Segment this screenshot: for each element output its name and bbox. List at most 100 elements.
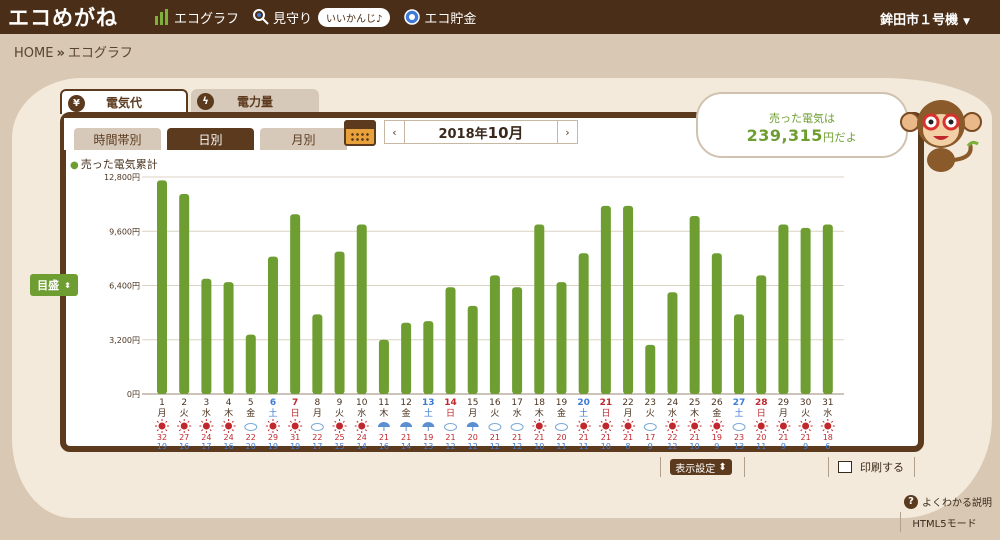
high-temp: 25 <box>334 433 344 442</box>
sun-ray <box>542 420 545 423</box>
prev-month-button[interactable]: ‹ <box>385 121 405 143</box>
bar <box>689 215 700 394</box>
sun-ray <box>165 420 168 423</box>
y-tick-label: 9,600円 <box>109 227 140 236</box>
x-day-label: 24 <box>667 398 679 408</box>
sun-ray <box>356 429 359 432</box>
x-day-label: 27 <box>733 398 746 408</box>
bar <box>778 224 789 394</box>
high-temp: 21 <box>401 433 411 442</box>
x-day-label: 17 <box>511 398 522 408</box>
sun-ray <box>711 420 714 423</box>
x-day-label: 18 <box>534 398 546 408</box>
low-temp: 9 <box>714 442 719 451</box>
nav-eco-graph[interactable]: エコグラフ <box>154 8 239 27</box>
low-temp: 16 <box>223 442 233 451</box>
sun-ray <box>178 420 182 423</box>
sun-ray <box>586 429 589 432</box>
print-label: 印刷する <box>860 461 904 474</box>
high-temp: 19 <box>423 433 433 442</box>
high-temp: 21 <box>690 433 700 442</box>
breadcrumb-home[interactable]: HOME <box>14 46 53 61</box>
x-weekday-label: 金 <box>246 407 255 419</box>
sun-ray <box>689 429 692 432</box>
sun-ray <box>755 429 759 432</box>
low-temp: 14 <box>401 442 411 451</box>
x-weekday-label: 月 <box>313 408 322 419</box>
x-weekday-label: 水 <box>823 407 832 419</box>
tab-by-day[interactable]: 日別 <box>167 128 254 150</box>
x-weekday-label: 火 <box>490 408 499 419</box>
printer-icon <box>838 461 852 473</box>
low-temp: 9 <box>648 442 653 451</box>
sun-ray <box>786 420 789 423</box>
low-temp: 17 <box>201 442 211 451</box>
x-day-label: 6 <box>270 398 276 408</box>
sun-ray <box>223 429 226 432</box>
sun-ray <box>667 420 670 423</box>
x-day-label: 28 <box>755 398 768 408</box>
high-temp: 24 <box>223 433 233 442</box>
divider <box>660 457 661 477</box>
sun-icon <box>291 422 299 430</box>
x-day-label: 4 <box>226 398 232 408</box>
sun-ray <box>364 420 368 423</box>
tab-power-amount-label: 電力量 <box>236 95 273 109</box>
high-temp: 32 <box>157 433 167 442</box>
bar <box>556 282 567 394</box>
x-weekday-label: 金 <box>402 407 411 419</box>
bar <box>667 292 678 394</box>
tab-by-month[interactable]: 月別 <box>260 128 347 150</box>
bar <box>734 314 745 394</box>
user-menu[interactable]: 鉾田市１号機 ▼ <box>880 9 970 28</box>
sun-ray <box>187 420 190 423</box>
high-temp: 21 <box>445 433 455 442</box>
bar <box>534 224 545 394</box>
high-temp: 18 <box>823 433 833 442</box>
nav-watch-label: 見守り <box>273 11 313 27</box>
sun-ray <box>778 420 781 423</box>
print-button[interactable]: 印刷する <box>838 457 904 477</box>
user-name: 鉾田市１号機 <box>880 13 959 28</box>
sun-ray <box>201 420 204 423</box>
app-logo[interactable]: エコめがね <box>8 2 154 32</box>
low-temp: 8 <box>626 442 631 451</box>
tab-electricity-cost[interactable]: ¥ 電気代 <box>60 89 188 114</box>
next-month-button[interactable]: › <box>557 121 577 143</box>
nav-eco-savings[interactable]: エコ貯金 <box>404 8 476 27</box>
x-weekday-label: 木 <box>690 407 699 419</box>
sun-icon <box>713 422 721 430</box>
low-temp: 10 <box>601 442 611 451</box>
tab-power-amount[interactable]: ϟ 電力量 <box>191 89 319 114</box>
high-temp: 20 <box>756 433 766 442</box>
x-weekday-label: 日 <box>601 408 610 419</box>
calendar-icon[interactable] <box>344 120 376 146</box>
low-temp: 13 <box>423 442 433 451</box>
sun-ray <box>156 429 159 432</box>
sun-ray <box>342 429 345 432</box>
x-weekday-label: 金 <box>712 407 721 419</box>
low-temp: 11 <box>556 442 566 451</box>
high-temp: 21 <box>601 433 611 442</box>
cloud-icon <box>732 423 746 431</box>
bar <box>467 305 478 394</box>
tab-by-time[interactable]: 時間帯別 <box>74 128 161 150</box>
sun-ray <box>276 429 279 432</box>
x-weekday-label: 木 <box>535 407 544 419</box>
sun-ray <box>667 429 670 432</box>
sun-icon <box>757 422 765 430</box>
breadcrumb-current: エコグラフ <box>67 46 133 61</box>
coin-icon <box>404 9 421 25</box>
html5-mode-button[interactable]: HTML5モード <box>900 512 988 532</box>
x-day-label: 25 <box>689 398 700 408</box>
x-weekday-label: 水 <box>357 407 366 419</box>
help-link[interactable]: ? よくわかる説明 <box>904 494 992 509</box>
x-weekday-label: 土 <box>268 407 277 419</box>
sun-ray <box>231 420 234 423</box>
nav-watch[interactable]: 見守り いいかんじ♪ <box>253 7 391 27</box>
tab-electricity-cost-label: 電気代 <box>105 96 142 110</box>
sun-icon <box>225 422 233 430</box>
x-weekday-label: 火 <box>180 408 189 419</box>
display-settings-button[interactable]: 表示設定 ⬍ <box>670 459 732 475</box>
monkey-mascot-icon <box>900 100 982 172</box>
